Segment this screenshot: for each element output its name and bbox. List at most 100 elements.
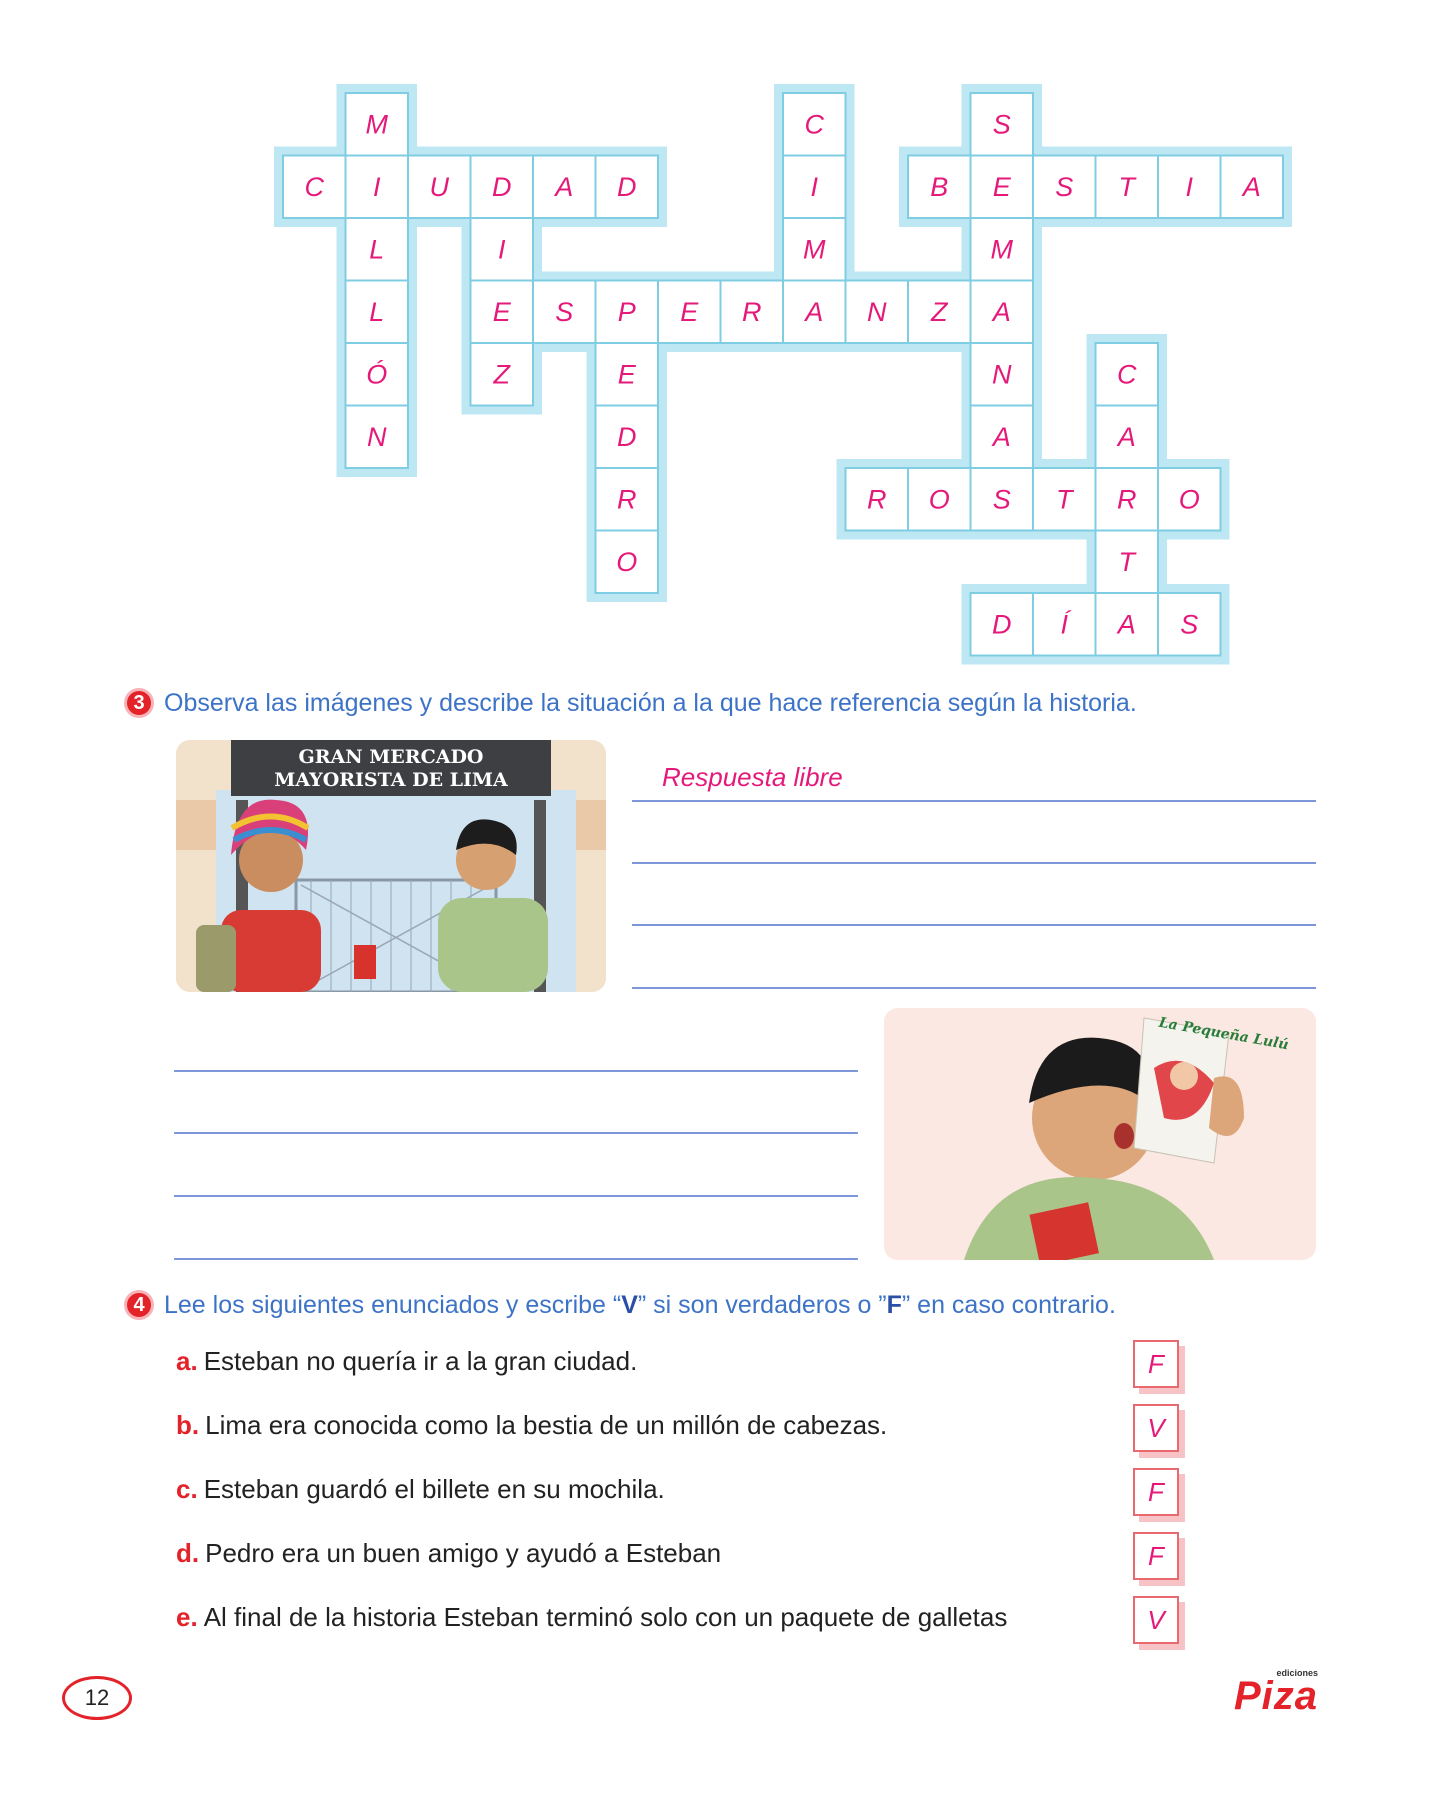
statement-letter: c. — [176, 1474, 198, 1504]
crossword-cell[interactable]: D — [594, 404, 659, 469]
crossword-cell[interactable]: S — [1032, 154, 1097, 219]
crossword-cell[interactable]: C — [282, 154, 347, 219]
crossword-letter: D — [617, 422, 637, 452]
crossword-cell[interactable]: R — [844, 467, 909, 532]
answer-box-c[interactable]: F — [1133, 1468, 1179, 1516]
crossword-letter: M — [366, 109, 389, 139]
writing-line[interactable] — [174, 1132, 858, 1134]
crossword-letter: I — [373, 172, 381, 202]
crossword-letter: E — [493, 297, 512, 327]
crossword-cell[interactable]: O — [1157, 467, 1222, 532]
crossword-cell[interactable]: Z — [469, 342, 534, 407]
answer-box-d[interactable]: F — [1133, 1532, 1179, 1580]
crossword-cell[interactable]: S — [969, 467, 1034, 532]
crossword-cell[interactable]: C — [782, 92, 847, 157]
crossword-cell[interactable]: A — [532, 154, 597, 219]
writing-line[interactable] — [632, 800, 1316, 802]
question-3-number: 3 — [124, 688, 154, 718]
answer-box-b[interactable]: V — [1133, 1404, 1179, 1452]
crossword-cell[interactable]: O — [594, 529, 659, 594]
crossword-cell[interactable]: P — [594, 279, 659, 344]
crossword-cell[interactable]: N — [344, 404, 409, 469]
crossword-cell[interactable]: R — [594, 467, 659, 532]
crossword-letter: M — [803, 234, 826, 264]
crossword-cell[interactable]: A — [1094, 404, 1159, 469]
writing-line[interactable] — [174, 1195, 858, 1197]
crossword-cell[interactable]: Ó — [344, 342, 409, 407]
crossword-cell[interactable]: S — [1157, 592, 1222, 657]
crossword-letter: Z — [493, 359, 512, 389]
crossword-cell[interactable]: S — [532, 279, 597, 344]
statement-text: Esteban guardó el billete en su mochila. — [203, 1474, 665, 1504]
crossword-cell[interactable]: Z — [907, 279, 972, 344]
writing-line[interactable] — [632, 862, 1316, 864]
crossword-cell[interactable]: M — [782, 217, 847, 282]
crossword-cell[interactable]: A — [969, 279, 1034, 344]
crossword-letter: E — [993, 172, 1012, 202]
crossword-cell[interactable]: D — [969, 592, 1034, 657]
crossword-letter: A — [1116, 609, 1136, 639]
crossword-cell[interactable]: A — [1219, 154, 1284, 219]
crossword-cell[interactable]: A — [782, 279, 847, 344]
crossword-cell[interactable]: E — [657, 279, 722, 344]
crossword-cell[interactable]: L — [344, 217, 409, 282]
crossword-cell[interactable]: N — [969, 342, 1034, 407]
crossword-letter: C — [805, 109, 825, 139]
crossword-cell[interactable]: I — [1157, 154, 1222, 219]
statement-letter: b. — [176, 1410, 200, 1440]
crossword-cell[interactable]: U — [407, 154, 472, 219]
crossword-cell[interactable]: T — [1032, 467, 1097, 532]
crossword-letter: O — [616, 547, 637, 577]
crossword-cell[interactable]: N — [844, 279, 909, 344]
crossword-cell[interactable]: L — [344, 279, 409, 344]
crossword-letter: S — [1055, 172, 1073, 202]
statement-e: e. Al final de la historia Esteban termi… — [176, 1602, 1007, 1633]
answer-box-a[interactable]: F — [1133, 1340, 1179, 1388]
crossword-cell[interactable]: M — [344, 92, 409, 157]
crossword-cell[interactable]: M — [969, 217, 1034, 282]
crossword-cell[interactable]: E — [469, 279, 534, 344]
crossword-cell[interactable]: A — [969, 404, 1034, 469]
crossword-letter: O — [929, 484, 950, 514]
crossword-cell[interactable]: D — [594, 154, 659, 219]
crossword-cell[interactable]: I — [469, 217, 534, 282]
crossword-cell[interactable]: S — [969, 92, 1034, 157]
crossword-cell[interactable]: I — [782, 154, 847, 219]
crossword-letter: A — [991, 422, 1011, 452]
crossword-letter: B — [930, 172, 948, 202]
crossword-letter: T — [1119, 547, 1138, 577]
crossword-cell[interactable]: Í — [1032, 592, 1097, 657]
crossword-letter: M — [991, 234, 1014, 264]
crossword-letter: N — [867, 297, 887, 327]
crossword-letter: A — [803, 297, 823, 327]
instruction-part: ” si son verdaderos o ” — [637, 1290, 887, 1319]
writing-line[interactable] — [632, 987, 1316, 989]
crossword-cell[interactable]: E — [594, 342, 659, 407]
answer-box-e[interactable]: V — [1133, 1596, 1179, 1644]
writing-line[interactable] — [632, 924, 1316, 926]
crossword-cell[interactable]: O — [907, 467, 972, 532]
crossword-letter: T — [1056, 484, 1075, 514]
writing-line[interactable] — [174, 1258, 858, 1260]
crossword-letter: S — [555, 297, 573, 327]
crossword-letter: E — [680, 297, 699, 327]
crossword-cell[interactable]: R — [1094, 467, 1159, 532]
crossword-letter: D — [492, 172, 512, 202]
crossword-cell[interactable]: E — [969, 154, 1034, 219]
crossword-cell[interactable]: D — [469, 154, 534, 219]
crossword-letter: U — [430, 172, 450, 202]
crossword-cell[interactable]: I — [344, 154, 409, 219]
statement-letter: d. — [176, 1538, 200, 1568]
crossword-letter: I — [810, 172, 818, 202]
writing-line[interactable] — [174, 1070, 858, 1072]
crossword-cell[interactable]: T — [1094, 154, 1159, 219]
crossword-cell[interactable]: T — [1094, 529, 1159, 594]
crossword-cell[interactable]: C — [1094, 342, 1159, 407]
crossword-cell[interactable]: B — [907, 154, 972, 219]
instruction-part: Lee los siguientes enunciados y escribe … — [164, 1290, 622, 1319]
crossword-letter: O — [1179, 484, 1200, 514]
crossword-cell[interactable]: R — [719, 279, 784, 344]
crossword-cell[interactable]: A — [1094, 592, 1159, 657]
question-4-number: 4 — [124, 1290, 154, 1320]
crossword-letter: P — [618, 297, 636, 327]
